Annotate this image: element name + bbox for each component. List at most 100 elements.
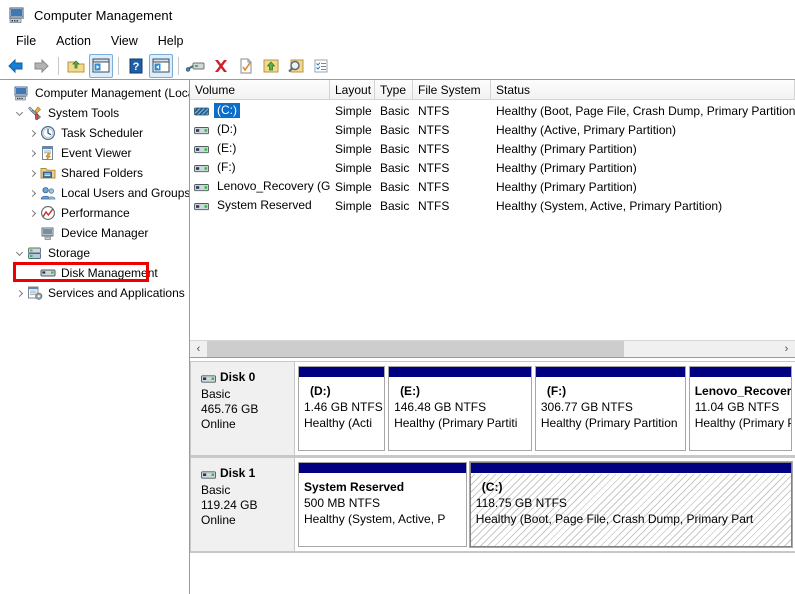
scroll-left-arrow-icon[interactable]: ‹ <box>190 341 207 357</box>
tree-device-manager[interactable]: Device Manager <box>0 223 189 243</box>
chevron-right-icon[interactable] <box>26 206 40 220</box>
show-hide-action-pane-icon[interactable] <box>149 53 173 78</box>
tree-shared-folders[interactable]: Shared Folders <box>0 163 189 183</box>
volume-layout-cell: Simple <box>335 103 372 118</box>
partition-color-bar <box>389 367 531 378</box>
disk-icon <box>201 469 216 479</box>
disk-icon <box>201 373 216 383</box>
volume-label: (F:) <box>217 160 236 174</box>
partition-block[interactable]: (C:) 118.75 GB NTFS Healthy (Boot, Page Fi… <box>468 461 794 548</box>
volume-row[interactable]: System Reserved Simple Basic NTFS Healthy (S… <box>190 196 795 215</box>
menu-help[interactable]: Help <box>148 32 194 50</box>
checklist-icon[interactable] <box>309 54 333 78</box>
tree-storage[interactable]: Storage <box>0 243 189 263</box>
computer-management-window: Computer Management File Action View Hel… <box>0 0 795 594</box>
chevron-down-icon[interactable] <box>13 106 27 120</box>
volume-name-cell: (F:) <box>190 158 330 177</box>
volume-type-cell: Basic <box>380 141 410 156</box>
tree-event-viewer[interactable]: Event Viewer <box>0 143 189 163</box>
tree-item-label: Local Users and Groups <box>61 186 190 200</box>
chevron-down-icon[interactable] <box>13 246 27 260</box>
partition-block[interactable]: (E:) 146.48 GB NTFS Healthy (Primary Parti… <box>388 366 532 451</box>
users-icon <box>40 185 56 201</box>
partition-strip: (D:) 1.46 GB NTFS Healthy (Acti (E:) 146.48 … <box>295 361 795 456</box>
partition-color-bar <box>535 367 685 378</box>
partition-block[interactable]: System Reserved 500 MB NTFS Healthy (Syste… <box>298 462 467 547</box>
performance-icon <box>40 205 56 221</box>
export-up-arrow-icon[interactable] <box>259 54 283 78</box>
computer-icon <box>14 85 30 101</box>
partition-status: Healthy (System, Active, P <box>304 512 446 526</box>
scrollbar-track[interactable] <box>207 341 778 357</box>
partition-name: (F:) <box>546 384 567 398</box>
volume-label: (E:) <box>217 141 237 155</box>
disk-state: Online <box>201 417 236 431</box>
up-folder-icon[interactable] <box>64 54 88 78</box>
partition-details: System Reserved 500 MB NTFS Healthy (Syste… <box>299 474 466 546</box>
tree-services-and-applications[interactable]: Services and Applications <box>0 283 189 303</box>
forward-arrow-icon[interactable] <box>29 54 53 78</box>
volume-row[interactable]: (E:) Simple Basic NTFS Healthy (Primary Part… <box>190 139 795 158</box>
volume-label: System Reserved <box>217 198 312 212</box>
show-hide-console-tree-icon[interactable] <box>89 53 113 78</box>
volume-status-cell: Healthy (System, Active, Primary Partiti… <box>496 198 723 213</box>
partition-details: Lenovo_Recovery 11.04 GB NTFS Healthy (Pri… <box>689 378 791 450</box>
volume-row[interactable]: (D:) Simple Basic NTFS Healthy (Active, Prim… <box>190 120 795 139</box>
partition-status: Healthy (Primary Partition <box>540 416 678 430</box>
scroll-right-arrow-icon[interactable]: › <box>778 341 795 357</box>
volume-layout-cell: Simple <box>335 198 372 213</box>
connect-disk-icon[interactable] <box>184 54 208 78</box>
chevron-right-icon[interactable] <box>26 126 40 140</box>
event-viewer-icon <box>40 145 56 161</box>
properties-page-icon[interactable] <box>234 54 258 78</box>
tree-item-label: Shared Folders <box>61 166 144 180</box>
volume-filesystem-cell: NTFS <box>418 160 450 175</box>
chevron-right-icon[interactable] <box>26 166 40 180</box>
column-header-file-system[interactable]: File System <box>413 80 491 99</box>
chevron-right-icon[interactable] <box>26 186 40 200</box>
volume-row[interactable]: (C:) Simple Basic NTFS Healthy (Boot, Page F… <box>190 101 795 120</box>
scrollbar-thumb[interactable] <box>207 341 624 357</box>
column-header-status[interactable]: Status <box>491 80 795 99</box>
menu-action[interactable]: Action <box>46 32 101 50</box>
partition-color-bar <box>470 463 791 474</box>
volume-row[interactable]: Lenovo_Recovery (G:) Simple Basic NTFS Healt… <box>190 177 795 196</box>
menu-view[interactable]: View <box>101 32 148 50</box>
delete-red-x-icon[interactable] <box>209 54 233 78</box>
back-arrow-icon[interactable] <box>4 54 28 78</box>
volume-icon <box>194 144 209 154</box>
disk-info-panel[interactable]: Disk 1 Basic 119.24 GB Online <box>190 457 295 552</box>
menu-bar: File Action View Help <box>0 30 795 52</box>
disk-row: Disk 0 Basic 465.76 GB Online (D:) 1.46 GB NT… <box>190 361 795 457</box>
rescan-magnifier-icon[interactable] <box>284 54 308 78</box>
help-icon[interactable]: ? <box>124 54 148 78</box>
disk-management-icon <box>40 265 56 281</box>
column-header-layout[interactable]: Layout <box>330 80 375 99</box>
volume-row[interactable]: (F:) Simple Basic NTFS Healthy (Primary Part… <box>190 158 795 177</box>
tree-local-users-and-groups[interactable]: Local Users and Groups <box>0 183 189 203</box>
partition-block[interactable]: (D:) 1.46 GB NTFS Healthy (Acti <box>298 366 386 451</box>
tree-performance[interactable]: Performance <box>0 203 189 223</box>
volume-type-cell: Basic <box>380 198 410 213</box>
column-header-volume[interactable]: Volume <box>190 80 330 99</box>
computer-management-icon <box>8 6 26 24</box>
disk-title: Disk 1 <box>201 466 294 481</box>
partition-block[interactable]: Lenovo_Recovery 11.04 GB NTFS Healthy (Pri… <box>688 366 792 451</box>
services-icon <box>27 285 43 301</box>
tree-computer-management[interactable]: Computer Management (Local <box>0 83 189 103</box>
column-header-type[interactable]: Type <box>375 80 413 99</box>
chevron-right-icon[interactable] <box>13 286 27 300</box>
clock-icon <box>40 125 56 141</box>
menu-file[interactable]: File <box>6 32 46 50</box>
volume-list-horizontal-scrollbar[interactable]: ‹ › <box>190 340 795 357</box>
tree-item-label: Task Scheduler <box>61 126 144 140</box>
tree-system-tools[interactable]: System Tools <box>0 103 189 123</box>
disk-type: Basic <box>201 483 231 497</box>
disk-info-panel[interactable]: Disk 0 Basic 465.76 GB Online <box>190 361 295 456</box>
tree-task-scheduler[interactable]: Task Scheduler <box>0 123 189 143</box>
disk-type: Basic <box>201 387 231 401</box>
tree-disk-management[interactable]: Disk Management <box>0 263 189 283</box>
chevron-right-icon[interactable] <box>26 146 40 160</box>
partition-block[interactable]: (F:) 306.77 GB NTFS Healthy (Primary Parti… <box>534 366 686 451</box>
